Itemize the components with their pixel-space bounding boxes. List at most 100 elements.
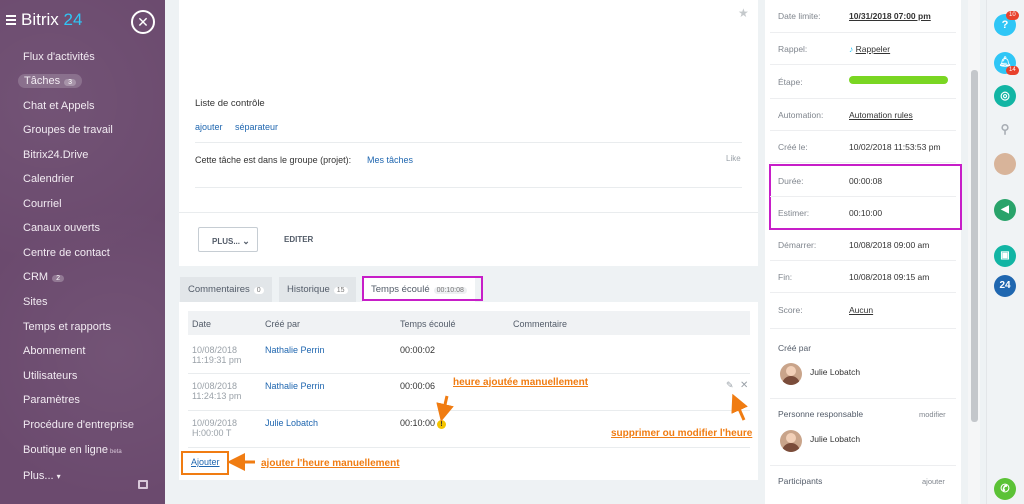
sidebar-item-crm[interactable]: CRM 2 bbox=[23, 271, 64, 283]
highlight-box bbox=[362, 276, 483, 301]
chat-icon[interactable]: ◎ bbox=[994, 85, 1016, 107]
close-icon[interactable]: ✕ bbox=[131, 10, 155, 34]
sidebar-item-settings[interactable]: Paramètres bbox=[23, 394, 80, 406]
search-doc-icon[interactable]: ▣ bbox=[994, 245, 1016, 267]
deadline-value[interactable]: 10/31/2018 07:00 pm bbox=[849, 11, 931, 21]
sidebar-item-online-store[interactable]: Boutique en ligne beta bbox=[23, 444, 122, 456]
checklist-separator-link[interactable]: séparateur bbox=[235, 122, 278, 132]
reminder-link: Rappeler bbox=[855, 44, 891, 54]
sidebar-item-label: Abonnement bbox=[23, 345, 86, 357]
end-value: 10/08/2018 09:15 am bbox=[849, 272, 930, 282]
menu-icon[interactable] bbox=[6, 15, 16, 27]
sidebar-item-label: Temps et rapports bbox=[23, 321, 112, 333]
sidebar-item-chat[interactable]: Chat et Appels bbox=[23, 100, 95, 112]
like-link[interactable]: Like bbox=[726, 154, 741, 163]
bitrix24-icon[interactable]: 24 bbox=[994, 275, 1016, 297]
row-time: 11:19:31 pm bbox=[192, 355, 242, 365]
sidebar-item-sites[interactable]: Sites bbox=[23, 296, 47, 308]
row-time: H:00:00 T bbox=[192, 428, 232, 438]
stage-label: Étape: bbox=[778, 77, 803, 87]
avatar[interactable] bbox=[780, 363, 802, 385]
close-icon[interactable]: ✕ bbox=[740, 380, 748, 391]
left-sidebar: Bitrix 24 ✕ Flux d'activités Tâches 3 Cha… bbox=[0, 0, 165, 504]
pencil-icon[interactable]: ✎ bbox=[726, 380, 734, 391]
sidebar-item-time-reports[interactable]: Temps et rapports bbox=[23, 321, 111, 333]
sidebar-item-drive[interactable]: Bitrix24.Drive bbox=[23, 149, 88, 161]
sidebar-item-calendar[interactable]: Calendrier bbox=[23, 173, 74, 185]
sidebar-item-label: Centre de contact bbox=[23, 247, 110, 259]
row-user-link[interactable]: Julie Lobatch bbox=[265, 418, 318, 428]
score-label: Score: bbox=[778, 305, 803, 315]
divider bbox=[188, 373, 750, 374]
sidebar-item-business-process[interactable]: Procédure d'entreprise bbox=[23, 419, 134, 431]
participants-add-link[interactable]: ajouter bbox=[922, 477, 945, 486]
sidebar-item-label: Tâches bbox=[24, 75, 61, 87]
sidebar-item-label: Sites bbox=[23, 296, 48, 308]
participants-label: Participants bbox=[778, 476, 823, 486]
annotation-add-manual: ajouter l'heure manuellement bbox=[261, 458, 400, 469]
tab-count: 0 bbox=[253, 287, 264, 294]
contacts-avatar-icon[interactable] bbox=[994, 153, 1016, 175]
divider bbox=[770, 260, 956, 261]
group-link[interactable]: Mes tâches bbox=[367, 155, 413, 165]
row-elapsed: 00:00:06 bbox=[400, 381, 436, 391]
responsible-link[interactable]: Julie Lobatch bbox=[810, 434, 860, 444]
sidebar-item-label: Plus... bbox=[23, 470, 54, 482]
sidebar-item-label: Canaux ouverts bbox=[23, 222, 101, 234]
row-user-link[interactable]: Nathalie Perrin bbox=[265, 381, 325, 391]
sidebar-item-label: Courriel bbox=[23, 198, 62, 210]
sidebar-item-subscription[interactable]: Abonnement bbox=[23, 345, 85, 357]
created-by-label: Créé par bbox=[778, 343, 812, 353]
logo-number: 24 bbox=[63, 10, 83, 29]
tab-history[interactable]: Historique 15 bbox=[279, 277, 356, 302]
phone-icon[interactable]: ✆ bbox=[994, 478, 1016, 500]
edit-button[interactable]: EDITER bbox=[284, 235, 313, 244]
plus-button[interactable]: PLUS... ⌄ bbox=[198, 227, 258, 252]
checklist-add-link[interactable]: ajouter bbox=[195, 122, 223, 132]
sidebar-item-label: Paramètres bbox=[23, 394, 80, 406]
sidebar-item-users[interactable]: Utilisateurs bbox=[23, 370, 77, 382]
sidebar-item-label: Boutique en ligne bbox=[23, 444, 109, 456]
reminder-value[interactable]: ♪ Rappeler bbox=[849, 44, 890, 54]
avatar[interactable] bbox=[780, 430, 802, 452]
row-elapsed: 00:00:02 bbox=[400, 345, 436, 355]
divider bbox=[770, 398, 956, 399]
automation-link[interactable]: Automation rules bbox=[849, 110, 913, 120]
stage-progress-bar[interactable] bbox=[849, 76, 948, 84]
sidebar-item-tasks[interactable]: Tâches 3 bbox=[18, 74, 82, 88]
row-elapsed: 00:10:00 bbox=[400, 418, 436, 428]
divider bbox=[195, 187, 742, 188]
modify-link[interactable]: modifier bbox=[919, 410, 946, 419]
row-user-link[interactable]: Nathalie Perrin bbox=[265, 345, 325, 355]
column-header: Commentaire bbox=[513, 319, 568, 329]
divider bbox=[770, 162, 956, 163]
creator-link[interactable]: Julie Lobatch bbox=[810, 367, 860, 377]
score-value[interactable]: Aucun bbox=[849, 305, 873, 315]
tab-comments[interactable]: Commentaires 0 bbox=[180, 277, 272, 302]
sidebar-item-open-channels[interactable]: Canaux ouverts bbox=[23, 222, 100, 234]
printer-icon[interactable] bbox=[138, 480, 148, 489]
sidebar-item-groups[interactable]: Groupes de travail bbox=[23, 124, 113, 136]
sidebar-item-mail[interactable]: Courriel bbox=[23, 198, 62, 210]
estimate-label: Estimer: bbox=[778, 208, 810, 218]
row-date: 10/09/2018 bbox=[192, 418, 238, 428]
logo[interactable]: Bitrix 24 bbox=[21, 10, 82, 30]
sidebar-item-more[interactable]: Plus... ▾ bbox=[23, 470, 61, 482]
divider bbox=[770, 32, 956, 33]
deadline-label: Date limite: bbox=[778, 11, 821, 21]
chevron-down-icon: ▾ bbox=[56, 472, 61, 481]
duration-value: 00:00:08 bbox=[849, 176, 883, 186]
divider bbox=[770, 328, 956, 329]
search-icon[interactable]: ⚲ bbox=[994, 118, 1016, 140]
star-icon[interactable]: ★ bbox=[738, 6, 749, 20]
scrollbar-thumb[interactable] bbox=[971, 70, 978, 422]
sidebar-item-contact-center[interactable]: Centre de contact bbox=[23, 247, 110, 259]
sidebar-item-badge: 2 bbox=[52, 275, 64, 282]
duration-label: Durée: bbox=[778, 176, 804, 186]
divider bbox=[188, 447, 750, 448]
highlight-box bbox=[769, 164, 962, 230]
sidebar-item-feed[interactable]: Flux d'activités bbox=[23, 51, 95, 63]
sidebar-item-label: Procédure d'entreprise bbox=[23, 419, 134, 431]
megaphone-icon[interactable]: ◀ bbox=[994, 199, 1016, 221]
divider bbox=[179, 212, 758, 213]
